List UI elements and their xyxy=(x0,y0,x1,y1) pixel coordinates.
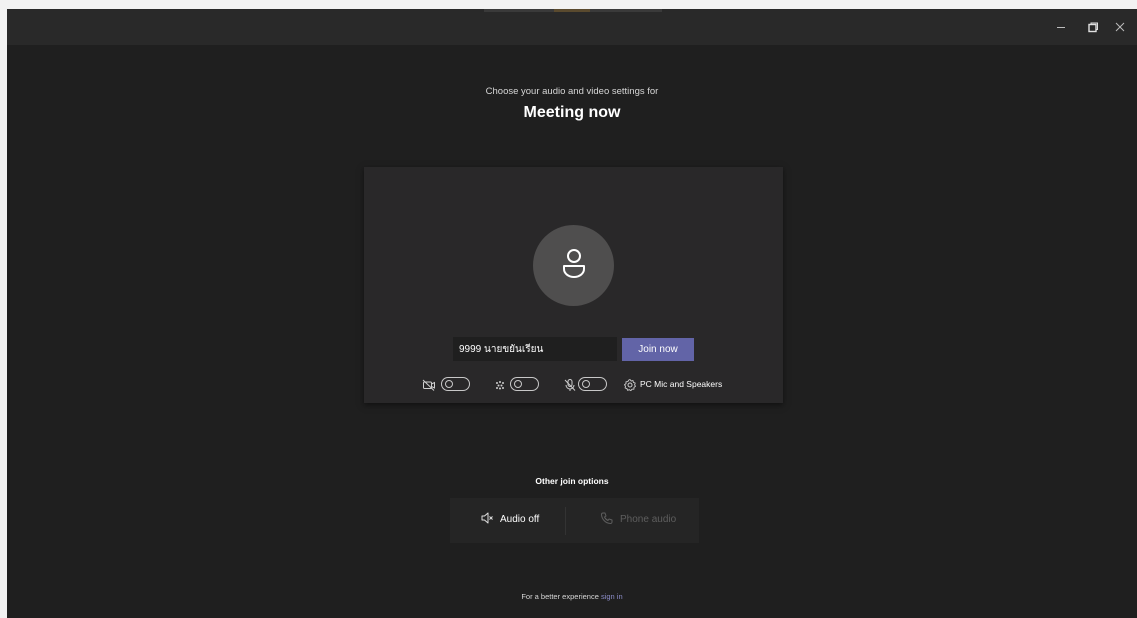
audio-off-option[interactable]: Audio off xyxy=(480,511,539,528)
camera-toggle[interactable] xyxy=(441,377,470,391)
device-controls: PC Mic and Speakers xyxy=(364,375,783,395)
person-icon xyxy=(557,246,591,285)
speaker-off-icon xyxy=(480,511,494,528)
display-name-input[interactable] xyxy=(453,337,617,361)
audio-off-label: Audio off xyxy=(500,514,540,525)
meeting-subtitle: Choose your audio and video settings for xyxy=(485,86,659,97)
sign-in-link[interactable]: sign in xyxy=(601,592,623,601)
sign-in-prompt-text: For a better experience xyxy=(521,592,599,601)
other-join-options: Audio off Phone audio xyxy=(450,498,699,543)
other-join-options-title: Other join options xyxy=(535,476,609,486)
video-preview-card: Join now xyxy=(364,167,783,403)
mic-off-icon xyxy=(563,378,577,392)
audio-device-label[interactable]: PC Mic and Speakers xyxy=(640,379,722,389)
mic-toggle[interactable] xyxy=(578,377,607,391)
phone-audio-option[interactable]: Phone audio xyxy=(600,511,676,528)
camera-off-icon xyxy=(422,378,436,392)
options-divider xyxy=(565,507,566,535)
phone-icon xyxy=(600,511,614,528)
avatar xyxy=(533,225,614,306)
background-blur-toggle[interactable] xyxy=(510,377,539,391)
phone-audio-label: Phone audio xyxy=(620,514,677,525)
minimize-icon[interactable] xyxy=(1049,15,1073,39)
background-blur-icon xyxy=(493,378,507,392)
close-icon[interactable] xyxy=(1108,15,1132,39)
teams-prejoin-window: Choose your audio and video settings for… xyxy=(7,9,1137,618)
sign-in-prompt: For a better experience sign in xyxy=(7,592,1137,601)
gear-icon[interactable] xyxy=(623,378,637,392)
maximize-icon[interactable] xyxy=(1081,15,1105,39)
title-bar-drag-handle xyxy=(484,9,662,12)
title-bar xyxy=(7,9,1137,45)
meeting-title: Meeting now xyxy=(523,104,621,121)
join-now-button[interactable]: Join now xyxy=(622,338,694,361)
